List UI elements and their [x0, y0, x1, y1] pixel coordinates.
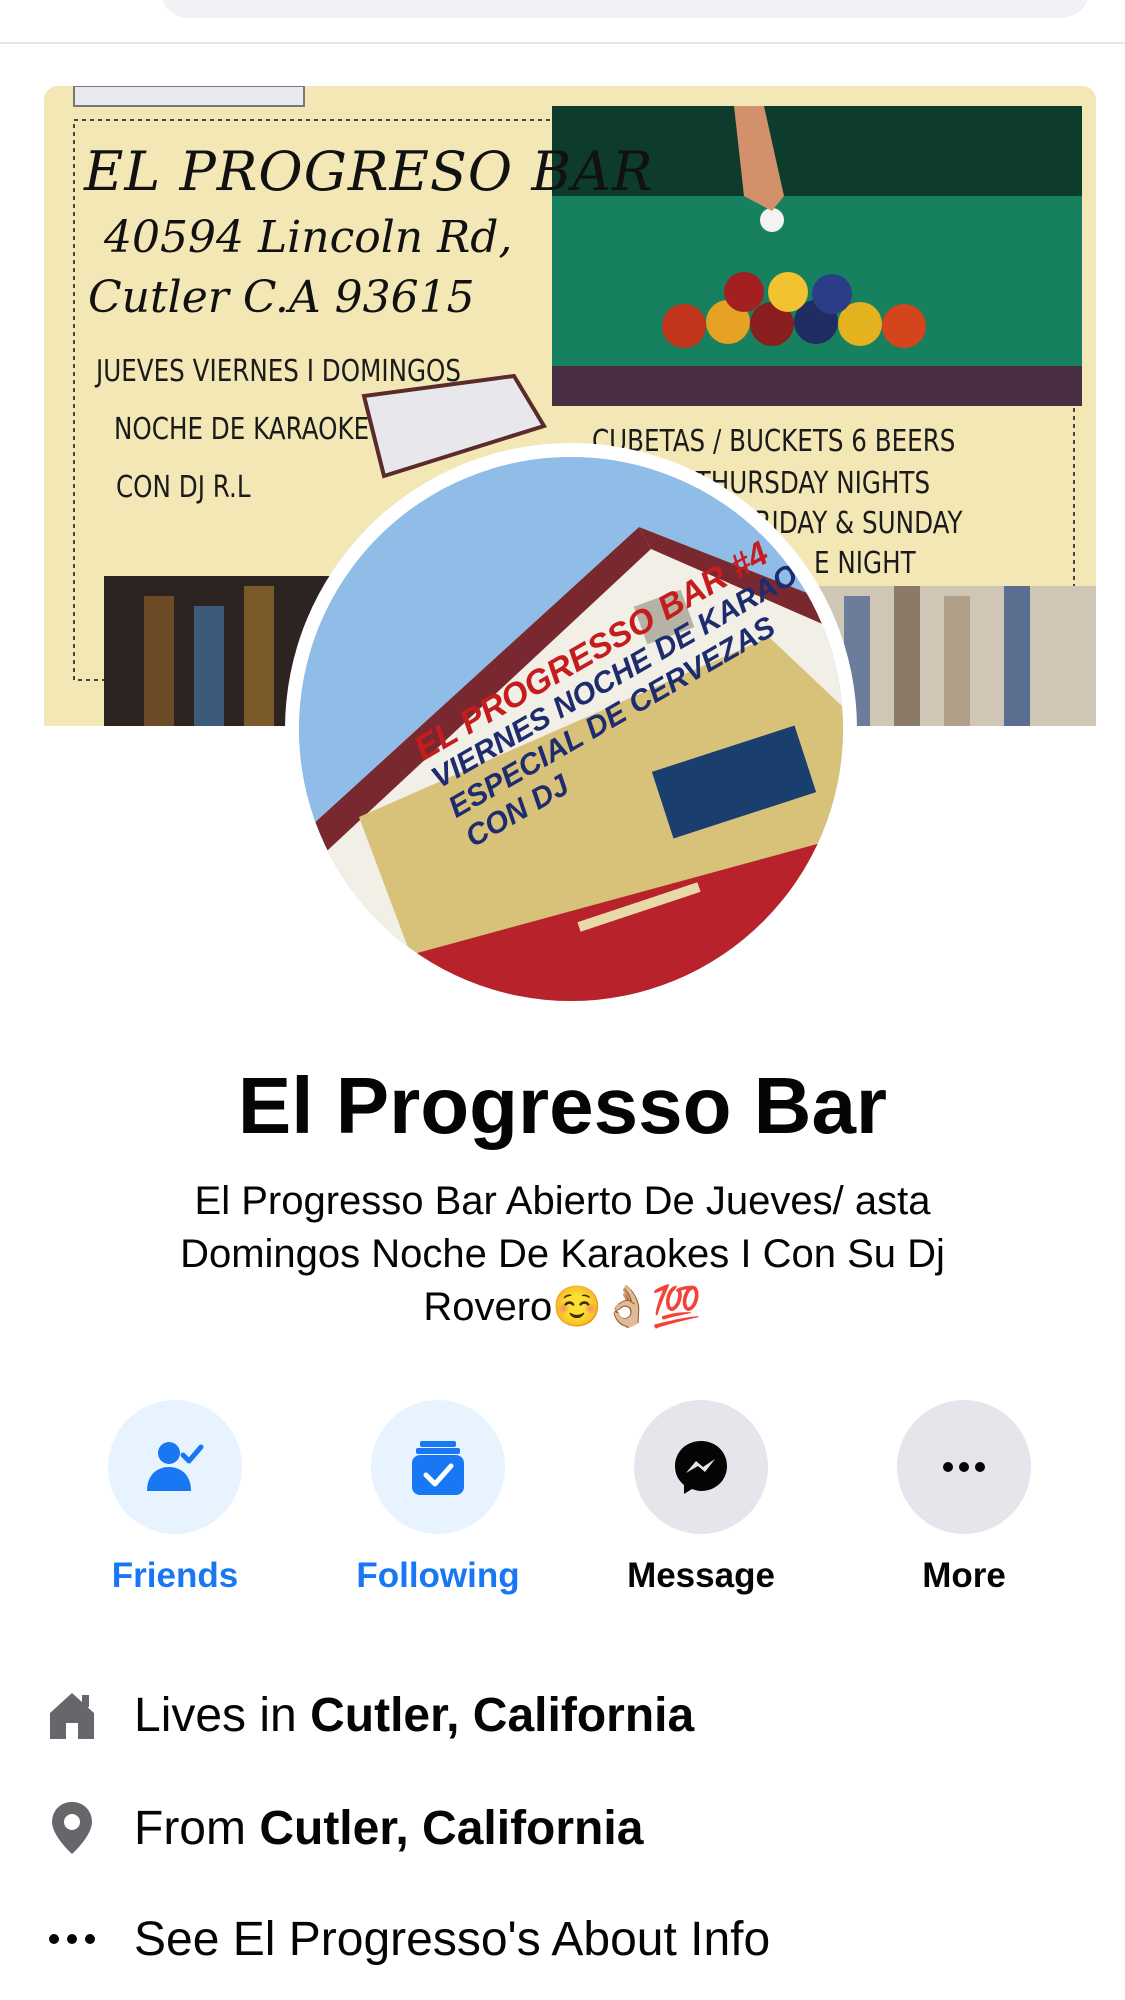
more-dots-icon — [943, 1462, 985, 1472]
flyer-karaoke: NOCHE DE KARAOKE — [114, 412, 370, 447]
profile-bio: El Progresso Bar Abierto De Jueves/ asta… — [180, 1179, 945, 1329]
profile-name: El Progresso Bar — [237, 1061, 888, 1150]
about-info-text: See El Progresso's About Info — [134, 1912, 771, 1966]
more-button-circle — [897, 1400, 1031, 1534]
profile-picture-image: EL PROGRESSO BAR #4 VIERNES NOCHE DE KAR… — [299, 457, 843, 1001]
friends-check-icon — [147, 1442, 204, 1491]
from-text: From Cutler, California — [134, 1801, 643, 1856]
profile-picture[interactable]: EL PROGRESSO BAR #4 VIERNES NOCHE DE KAR… — [285, 443, 857, 1015]
following-label: Following — [356, 1556, 520, 1595]
message-button-circle — [634, 1400, 768, 1534]
more-label: More — [922, 1556, 1006, 1595]
more-dots-small-icon — [44, 1911, 100, 1967]
flyer-address-line-1: 40594 Lincoln Rd, — [104, 212, 513, 263]
info-lives-in: Lives in Cutler, California — [44, 1680, 694, 1750]
friends-button-circle — [108, 1400, 242, 1534]
flyer-days: JUEVES VIERNES I DOMINGOS — [96, 354, 462, 389]
lives-in-prefix: Lives in — [134, 1688, 297, 1742]
following-button-circle — [371, 1400, 505, 1534]
message-label: Message — [627, 1556, 775, 1595]
info-from: From Cutler, California — [44, 1793, 643, 1863]
lives-in-place[interactable]: Cutler, California — [310, 1689, 694, 1742]
from-place[interactable]: Cutler, California — [259, 1802, 643, 1855]
message-button[interactable]: Message — [601, 1400, 801, 1596]
following-button[interactable]: Following — [338, 1400, 538, 1596]
friends-button[interactable]: Friends — [75, 1400, 275, 1596]
lives-in-text: Lives in Cutler, California — [134, 1688, 694, 1743]
from-prefix: From — [134, 1801, 246, 1855]
profile-actions: Friends Following Message More — [0, 1400, 1125, 1610]
flyer-dj: CON DJ R.L — [116, 470, 251, 505]
info-about-link[interactable]: See El Progresso's About Info — [44, 1904, 770, 1974]
home-icon — [44, 1687, 100, 1743]
search-bar[interactable] — [160, 0, 1090, 18]
flyer-address-line-2: Cutler C.A 93615 — [88, 272, 475, 323]
flyer-title: EL PROGRESO BAR — [84, 140, 654, 203]
more-button[interactable]: More — [864, 1400, 1064, 1596]
top-bar — [0, 0, 1125, 44]
friends-label: Friends — [111, 1556, 239, 1595]
messenger-icon — [675, 1441, 727, 1494]
following-inbox-check-icon — [412, 1441, 464, 1495]
location-pin-icon — [44, 1800, 100, 1856]
